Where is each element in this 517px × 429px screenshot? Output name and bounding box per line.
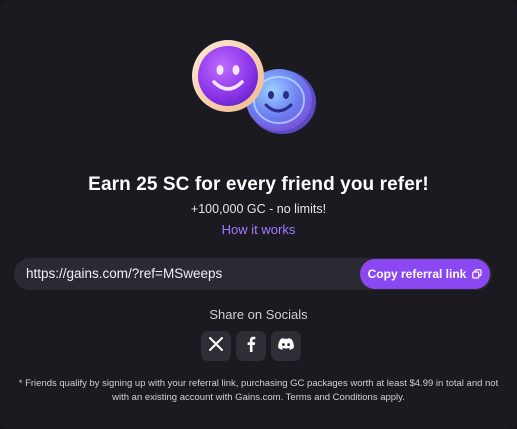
share-discord-button[interactable] — [271, 331, 301, 361]
referral-headline: Earn 25 SC for every friend you refer! — [88, 174, 429, 195]
discord-icon — [278, 337, 294, 355]
smiley-coins-illustration — [186, 38, 326, 138]
referral-link-text[interactable]: https://gains.com/?ref=MSweeps — [26, 258, 222, 290]
copy-referral-link-button[interactable]: Copy referral link — [360, 259, 490, 289]
purple-smiley-coin — [192, 40, 264, 112]
x-icon — [209, 336, 223, 356]
referral-subline: +100,000 GC - no limits! — [190, 202, 327, 216]
referral-terms-footnote: * Friends qualify by signing up with you… — [18, 378, 499, 403]
facebook-icon — [246, 336, 256, 357]
referral-panel: Earn 25 SC for every friend you refer! +… — [0, 0, 517, 429]
how-it-works-link[interactable]: How it works — [208, 222, 309, 237]
share-facebook-button[interactable] — [236, 331, 266, 361]
share-on-socials-label: Share on Socials — [209, 307, 308, 322]
social-share-buttons — [201, 331, 301, 361]
copy-icon — [472, 269, 482, 279]
referral-link-field[interactable]: https://gains.com/?ref=MSweeps Copy refe… — [14, 258, 492, 290]
copy-button-label: Copy referral link — [367, 267, 467, 281]
share-x-button[interactable] — [201, 331, 231, 361]
